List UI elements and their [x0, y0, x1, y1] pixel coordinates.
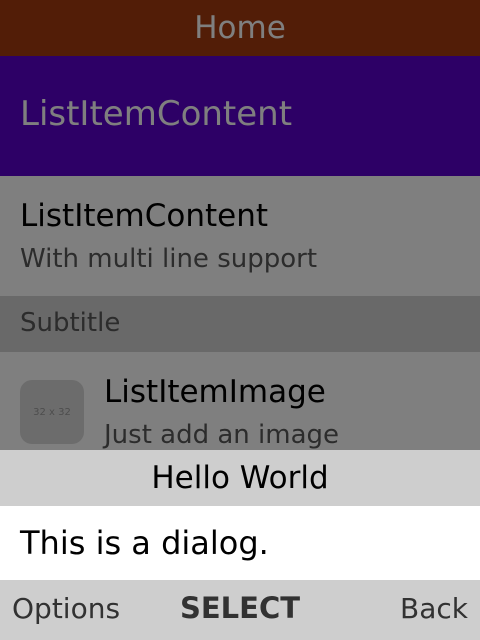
dialog-title: Hello World — [0, 450, 480, 506]
dialog-body: This is a dialog. — [0, 506, 480, 580]
app-screen: Home ListItemContent ListItemContent Wit… — [0, 0, 480, 640]
softkey-bar: Options SELECT Back — [0, 580, 480, 640]
softkey-right-back[interactable]: Back — [400, 592, 468, 625]
dialog-message: This is a dialog. — [20, 524, 269, 562]
dialog: Hello World This is a dialog. — [0, 450, 480, 580]
dialog-title-text: Hello World — [151, 460, 329, 496]
